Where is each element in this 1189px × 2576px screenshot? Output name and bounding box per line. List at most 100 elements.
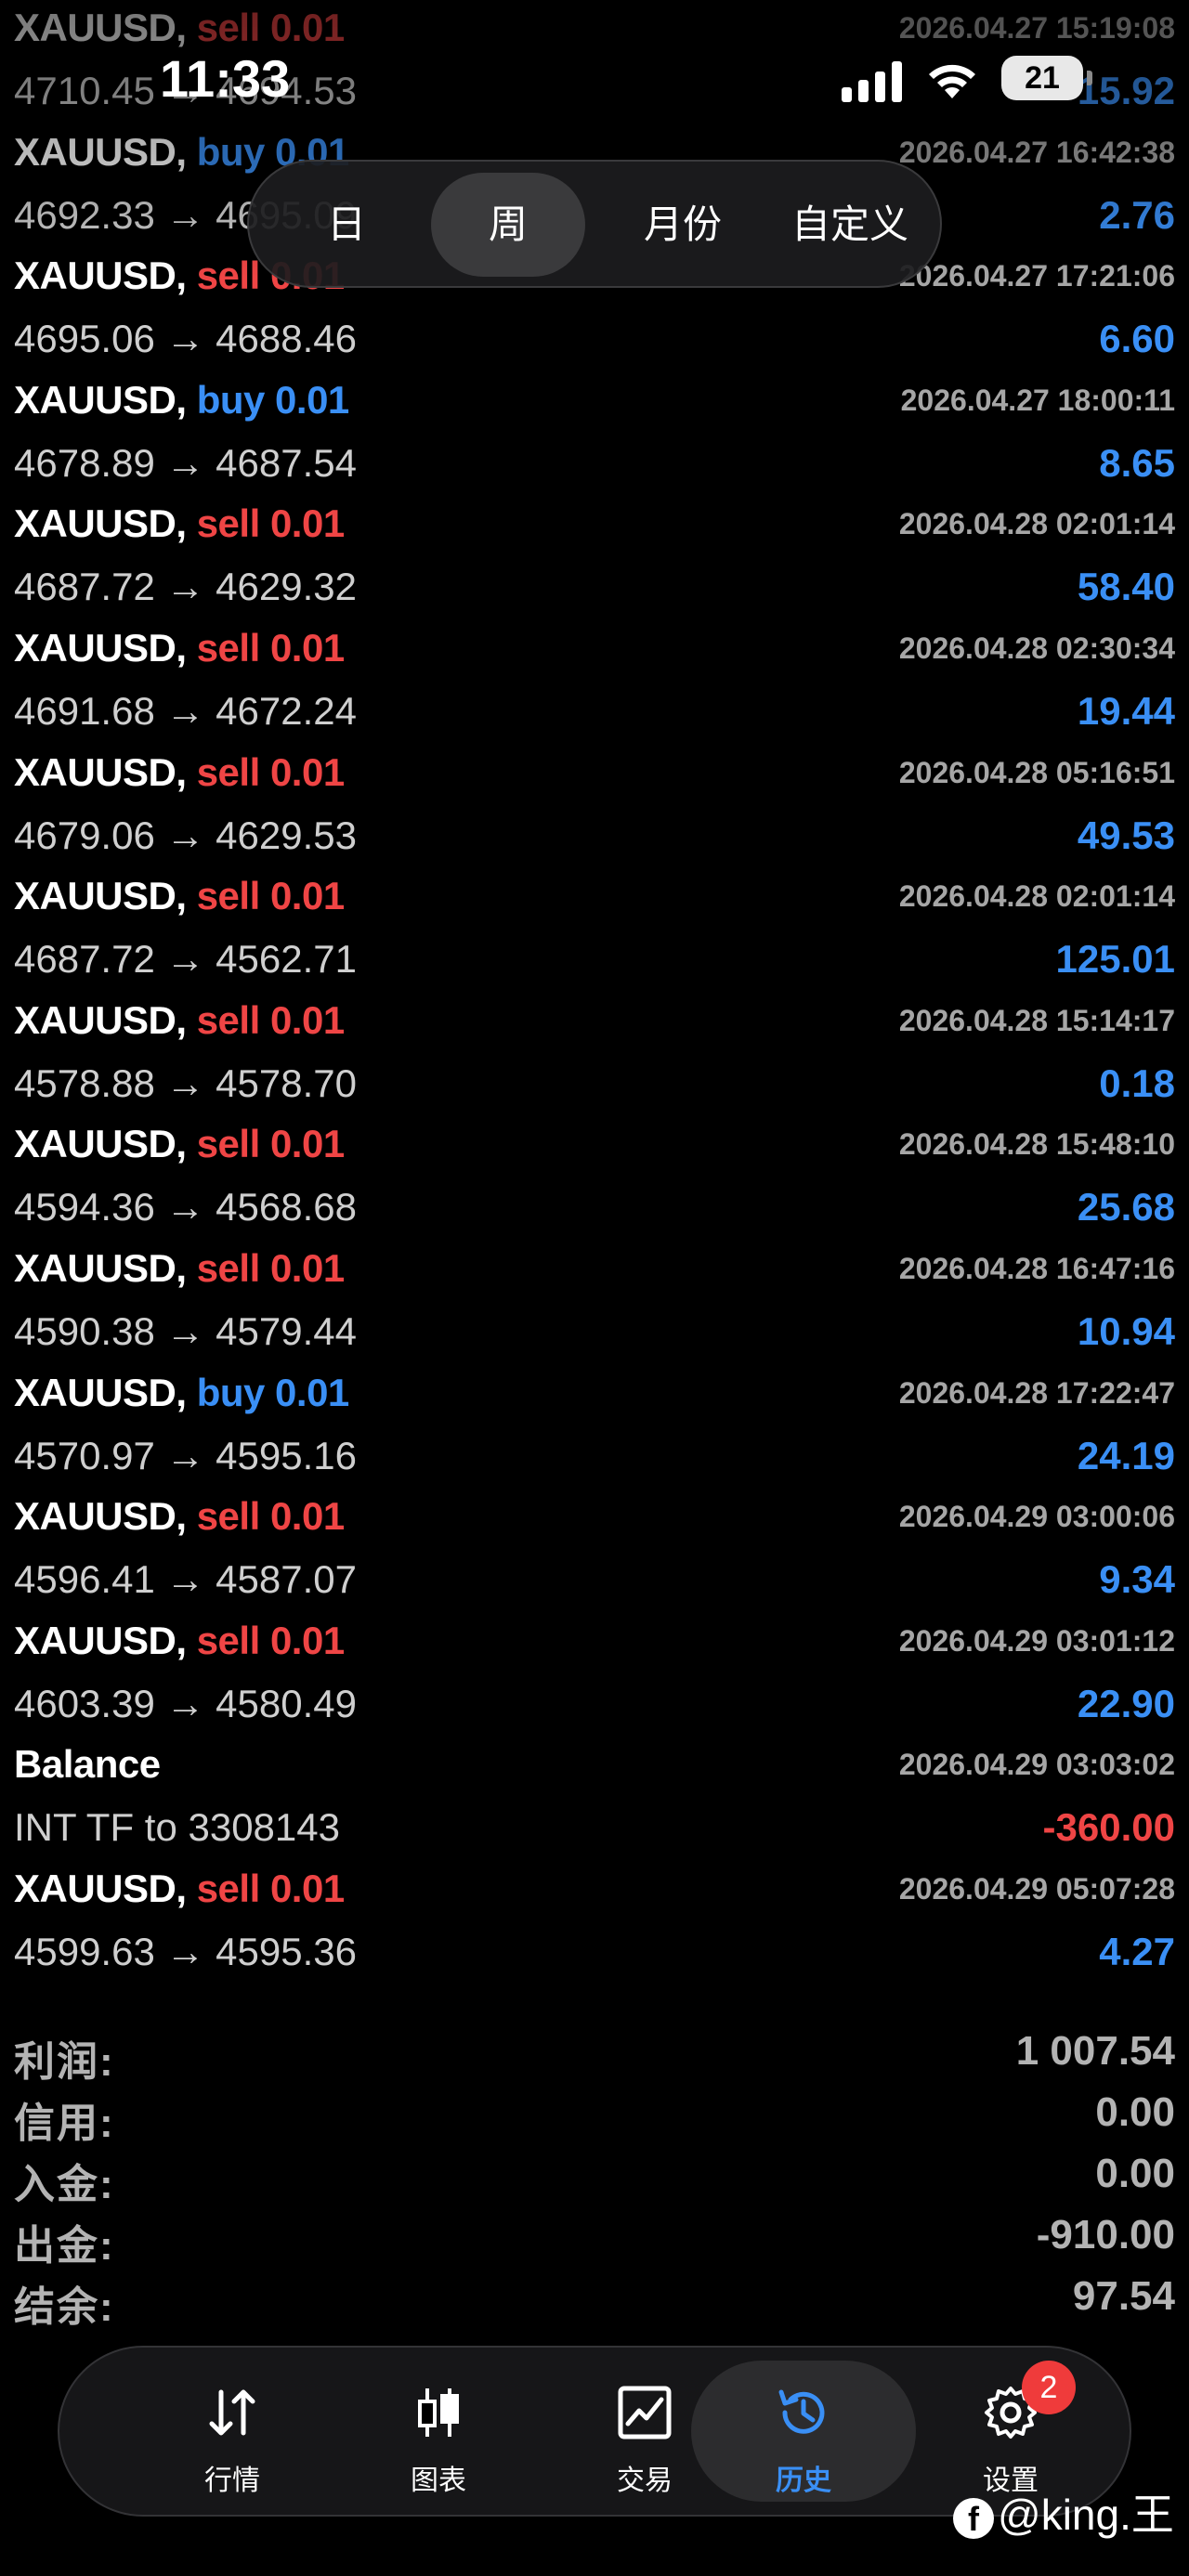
deal-row[interactable]: XAUUSD, sell 0.01 2026.04.29 05:07:28 4599… (0, 1861, 1189, 1985)
tab-history[interactable]: 历史 (687, 2348, 920, 2515)
deal-row[interactable]: XAUUSD, buy 0.01 2026.04.28 17:22:47 4570.… (0, 1365, 1189, 1490)
deal-side: sell (196, 1246, 261, 1290)
deal-time: 2026.04.29 05:07:28 (898, 1872, 1175, 1906)
deal-prices: 4679.06 → 4629.53 (14, 813, 357, 858)
deal-volume: 0.01 (269, 997, 345, 1042)
arrow-right-icon: → (165, 1681, 205, 1725)
deal-detail-line: 4678.89 → 4687.54 8.65 (14, 436, 1175, 493)
deal-time: 2026.04.28 16:47:16 (898, 1252, 1175, 1285)
symbol-name: XAUUSD, (14, 749, 187, 794)
summary-value: 0.00 (1095, 2089, 1175, 2135)
close-price: 4568.68 (216, 1185, 357, 1229)
deal-volume: 0.01 (269, 501, 345, 546)
deal-profit: 49.53 (1077, 813, 1175, 857)
deal-row[interactable]: XAUUSD, sell 0.01 2026.04.29 03:01:12 4603… (0, 1613, 1189, 1737)
deal-detail-line: 4687.72 → 4629.32 58.40 (14, 559, 1175, 617)
deal-row[interactable]: XAUUSD, sell 0.01 2026.04.28 15:48:10 4594… (0, 1116, 1189, 1241)
wifi-icon (929, 64, 975, 98)
symbol-name: XAUUSD, (14, 1370, 187, 1414)
deal-header-line: XAUUSD, sell 0.01 2026.04.28 15:48:10 (14, 1116, 1175, 1174)
deal-symbol: XAUUSD, sell 0.01 (14, 750, 345, 795)
deal-profit: 6.60 (1099, 317, 1175, 361)
deal-time: 2026.04.28 02:30:34 (898, 631, 1175, 665)
summary-profit: 利润: 1 007.54 (14, 2024, 1175, 2085)
deal-side: sell (196, 1618, 261, 1662)
deal-side: buy (196, 129, 266, 174)
deal-detail-line: 4691.68 → 4672.24 19.44 (14, 683, 1175, 741)
deal-prices: 4599.63 → 4595.36 (14, 1930, 357, 1974)
deal-detail-line: 4570.97 → 4595.16 24.19 (14, 1428, 1175, 1486)
close-price: 4587.07 (216, 1557, 357, 1602)
symbol-name: XAUUSD, (14, 501, 187, 546)
symbol-name: XAUUSD, (14, 997, 187, 1042)
deal-header-line: XAUUSD, buy 0.01 2026.04.27 18:00:11 (14, 372, 1175, 430)
deal-header-line: XAUUSD, sell 0.01 2026.04.28 02:30:34 (14, 620, 1175, 678)
watermark-text: @king.王 (998, 2491, 1174, 2539)
tab-label: 图表 (411, 2465, 466, 2496)
period-day[interactable]: 日 (277, 173, 416, 277)
deal-row[interactable]: XAUUSD, sell 0.01 2026.04.28 02:01:14 4687… (0, 868, 1189, 993)
deal-side: sell (196, 749, 261, 794)
period-selector: 日 周 月份 自定义 (247, 160, 942, 288)
deal-symbol: XAUUSD, buy 0.01 (14, 378, 349, 423)
deal-row[interactable]: XAUUSD, sell 0.01 2026.04.28 02:30:34 4691… (0, 620, 1189, 745)
deal-volume: 0.01 (275, 377, 349, 422)
deal-symbol: XAUUSD, sell 0.01 (14, 1494, 345, 1539)
deal-volume: 0.01 (269, 1494, 345, 1539)
arrow-right-icon: → (165, 1185, 205, 1229)
tab-charts[interactable]: 图表 (336, 2348, 541, 2515)
deal-prices: 4570.97 → 4595.16 (14, 1434, 357, 1478)
open-price: 4599.63 (14, 1930, 155, 1973)
deal-time: 2026.04.28 02:01:14 (898, 879, 1175, 914)
deal-symbol: XAUUSD, buy 0.01 (14, 1371, 349, 1415)
arrows-updown-icon (209, 2389, 255, 2436)
deal-side: sell (196, 1494, 261, 1539)
deal-row[interactable]: XAUUSD, sell 0.01 2026.04.28 15:14:17 4578… (0, 993, 1189, 1117)
open-price: 4596.41 (14, 1557, 155, 1602)
open-price: 4691.68 (14, 689, 155, 733)
deal-prices: 4594.36 → 4568.68 (14, 1185, 357, 1229)
deal-row[interactable]: XAUUSD, sell 0.01 2026.04.29 03:00:06 4596… (0, 1489, 1189, 1613)
deal-side: sell (196, 997, 261, 1042)
deal-detail-line: 4594.36 → 4568.68 25.68 (14, 1179, 1175, 1237)
balance-row[interactable]: Balance 2026.04.29 03:03:02 INT TF to 3308… (0, 1737, 1189, 1861)
symbol-name: XAUUSD, (14, 1494, 187, 1539)
deal-prices: 4603.39 → 4580.49 (14, 1682, 357, 1726)
deal-row[interactable]: XAUUSD, sell 0.01 2026.04.28 02:01:14 4687… (0, 496, 1189, 620)
balance-comment: INT TF to 3308143 (14, 1805, 340, 1850)
arrow-right-icon: → (165, 1309, 205, 1353)
deal-header-line: XAUUSD, sell 0.01 2026.04.28 02:01:14 (14, 496, 1175, 553)
open-price: 4594.36 (14, 1185, 155, 1229)
tab-quotes[interactable]: 行情 (130, 2348, 334, 2515)
deal-profit: 19.44 (1077, 689, 1175, 733)
deal-prices: 4695.06 → 4688.46 (14, 317, 357, 361)
arrow-right-icon: → (165, 1557, 205, 1602)
arrow-right-icon: → (165, 440, 205, 485)
deal-prices: 4596.41 → 4587.07 (14, 1557, 357, 1602)
deal-header-line: XAUUSD, sell 0.01 2026.04.29 03:00:06 (14, 1489, 1175, 1546)
summary-balance: 结余: 97.54 (14, 2270, 1175, 2330)
trade-history-screen: XAUUSD, sell 0.01 2026.04.27 15:19:08 4710… (0, 0, 1189, 2576)
period-month[interactable]: 月份 (600, 173, 765, 277)
arrow-right-icon: → (165, 1930, 205, 1973)
period-custom[interactable]: 自定义 (771, 173, 929, 277)
deal-time: 2026.04.28 15:14:17 (898, 1003, 1175, 1037)
deal-time: 2026.04.28 02:01:14 (898, 507, 1175, 541)
deal-time: 2026.04.29 03:01:12 (898, 1623, 1175, 1658)
summary-value: -910.00 (1036, 2212, 1175, 2257)
deal-row[interactable]: XAUUSD, sell 0.01 2026.04.28 05:16:51 4679… (0, 745, 1189, 869)
symbol-name: XAUUSD, (14, 626, 187, 670)
deal-row[interactable]: XAUUSD, buy 0.01 2026.04.27 18:00:11 4678.… (0, 372, 1189, 497)
deal-detail-line: 4590.38 → 4579.44 10.94 (14, 1304, 1175, 1361)
tab-label: 历史 (776, 2465, 831, 2496)
period-week[interactable]: 周 (431, 173, 585, 277)
deal-side: buy (196, 1370, 266, 1414)
deal-row[interactable]: XAUUSD, sell 0.01 2026.04.28 16:47:16 4590… (0, 1241, 1189, 1365)
arrow-right-icon: → (165, 813, 205, 857)
deal-header-line: XAUUSD, sell 0.01 2026.04.28 05:16:51 (14, 745, 1175, 802)
close-price: 4580.49 (216, 1681, 357, 1725)
deal-side: sell (196, 1867, 261, 1910)
close-price: 4562.71 (216, 937, 357, 982)
open-price: 4590.38 (14, 1309, 155, 1353)
tab-label: 行情 (204, 2465, 260, 2496)
